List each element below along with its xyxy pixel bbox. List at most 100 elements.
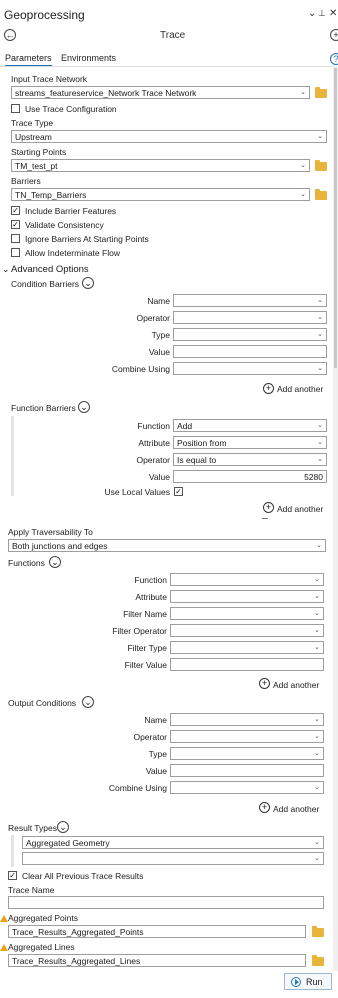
cb-add-another[interactable]: Add another — [277, 384, 323, 394]
fb-operator-label: Operator — [136, 455, 170, 465]
result-type-select[interactable]: Aggregated Geometry ⌄ — [22, 836, 324, 849]
validate-label: Validate Consistency — [25, 220, 104, 230]
oc-combine-select[interactable]: ⌄ — [170, 781, 324, 794]
cb-type-select[interactable]: ⌄ — [173, 328, 327, 341]
oc-operator-select[interactable]: ⌄ — [170, 730, 324, 743]
help-icon[interactable]: ? — [330, 53, 338, 65]
validate-checkbox[interactable]: ✓ — [11, 220, 20, 229]
oc-type-select[interactable]: ⌄ — [170, 747, 324, 760]
add-icon[interactable]: + — [259, 678, 270, 689]
chevron-down-icon: ⌄ — [300, 89, 306, 96]
output-conditions-label: Output Conditions — [8, 698, 77, 708]
tab-parameters[interactable]: Parameters — [5, 53, 52, 67]
chevron-down-icon: ⌄ — [314, 784, 320, 791]
section-indent-bar — [11, 416, 14, 496]
fb-local-label: Use Local Values — [104, 487, 170, 497]
barriers-field[interactable]: TN_Temp_Barriers ⌄ — [11, 188, 310, 201]
tab-environments[interactable]: Environments — [61, 53, 116, 63]
ignore-barriers-checkbox[interactable] — [11, 234, 20, 243]
folder-icon[interactable] — [315, 87, 327, 98]
add-icon[interactable]: + — [263, 502, 274, 513]
run-button[interactable]: Run — [284, 973, 332, 990]
fb-operator-value: Is equal to — [177, 455, 217, 465]
advanced-options-heading[interactable]: Advanced Options — [11, 264, 89, 275]
fn-filter-value-label: Filter Value — [124, 660, 167, 670]
aggregated-points-input[interactable]: Trace_Results_Aggregated_Points — [8, 925, 306, 938]
include-barrier-checkbox[interactable]: ✓ — [11, 206, 20, 215]
oc-name-select[interactable]: ⌄ — [170, 713, 324, 726]
chevron-down-icon[interactable]: ⌄ — [78, 401, 90, 413]
oc-operator-label: Operator — [133, 732, 167, 742]
cb-combine-select[interactable]: ⌄ — [173, 362, 327, 375]
back-icon[interactable]: ← — [4, 29, 16, 41]
pane-menu-icon[interactable]: ⌄ — [308, 8, 316, 19]
trace-name-input[interactable] — [8, 896, 324, 909]
cb-value-input[interactable] — [173, 345, 327, 358]
chevron-down-icon: ⌄ — [314, 839, 320, 846]
chevron-down-icon[interactable]: ⌄ — [82, 696, 94, 708]
chevron-down-icon: ⌄ — [300, 191, 306, 198]
chevron-down-icon: ⌄ — [317, 422, 323, 429]
input-trace-network-field[interactable]: streams_featureservice_Network Trace Net… — [11, 86, 310, 99]
add-tool-icon[interactable]: + — [330, 29, 338, 41]
aggregated-lines-input[interactable]: Trace_Results_Aggregated_Lines — [8, 954, 306, 967]
fb-local-checkbox[interactable]: ✓ — [174, 487, 183, 496]
oc-value-input[interactable] — [170, 764, 324, 777]
fn-filter-type-label: Filter Type — [127, 643, 167, 653]
fn-filter-name-select[interactable]: ⌄ — [170, 607, 324, 620]
fn-filter-value-input[interactable] — [170, 658, 324, 671]
starting-points-field[interactable]: TM_test_pt ⌄ — [11, 159, 310, 172]
fn-filter-operator-select[interactable]: ⌄ — [170, 624, 324, 637]
fn-filter-type-select[interactable]: ⌄ — [170, 641, 324, 654]
chevron-down-icon: ⌄ — [314, 610, 320, 617]
fb-function-select[interactable]: Add ⌄ — [173, 419, 327, 432]
fb-value-label: Value — [148, 472, 170, 482]
fb-attribute-select[interactable]: Position from ⌄ — [173, 436, 327, 449]
scrollbar-thumb[interactable] — [334, 68, 337, 368]
fn-function-select[interactable]: ⌄ — [170, 573, 324, 586]
collapse-icon[interactable]: ⌄ — [2, 264, 10, 275]
clear-previous-checkbox[interactable]: ✓ — [8, 871, 17, 880]
cb-operator-select[interactable]: ⌄ — [173, 311, 327, 324]
fb-operator-select[interactable]: Is equal to ⌄ — [173, 453, 327, 466]
functions-label: Functions — [8, 558, 45, 568]
trace-name-label: Trace Name — [8, 885, 55, 895]
chevron-down-icon: ⌄ — [314, 750, 320, 757]
oc-combine-label: Combine Using — [108, 783, 167, 793]
pin-icon[interactable]: ⊥ — [318, 8, 326, 19]
oc-add-another[interactable]: Add another — [273, 804, 319, 814]
aggregated-points-label: Aggregated Points — [8, 913, 78, 923]
allow-indeterminate-checkbox[interactable] — [11, 248, 20, 257]
chevron-down-icon[interactable]: ⌄ — [49, 556, 61, 568]
cb-name-label: Name — [147, 296, 170, 306]
pane-title: Geoprocessing — [4, 8, 85, 22]
fn-attribute-label: Attribute — [135, 592, 167, 602]
folder-icon[interactable] — [312, 926, 324, 937]
fb-attribute-label: Attribute — [138, 438, 170, 448]
fb-value-input[interactable]: 5280 — [173, 470, 327, 483]
chevron-down-icon: ⌄ — [317, 456, 323, 463]
allow-indeterminate-label: Allow Indeterminate Flow — [25, 248, 120, 258]
add-icon[interactable]: + — [259, 802, 270, 813]
cb-name-select[interactable]: ⌄ — [173, 294, 327, 307]
result-type-select-empty[interactable]: ⌄ — [22, 852, 324, 865]
fn-attribute-select[interactable]: ⌄ — [170, 590, 324, 603]
add-icon[interactable]: + — [263, 383, 274, 394]
section-indent-bar — [11, 835, 14, 867]
include-barrier-label: Include Barrier Features — [25, 206, 117, 216]
folder-icon[interactable] — [315, 189, 327, 200]
folder-icon[interactable] — [312, 955, 324, 966]
close-icon[interactable]: ✕ — [329, 8, 337, 19]
chevron-down-icon: ⌄ — [317, 297, 323, 304]
warning-icon — [0, 944, 8, 951]
fb-add-another[interactable]: Add another — [277, 504, 323, 514]
folder-icon[interactable] — [315, 160, 327, 171]
chevron-down-icon[interactable]: ⌄ — [57, 821, 69, 833]
traversability-select[interactable]: Both junctions and edges ⌄ — [8, 539, 326, 552]
trace-type-select[interactable]: Upstream ⌄ — [11, 130, 327, 143]
use-trace-config-checkbox[interactable] — [11, 104, 20, 113]
fn-add-another[interactable]: Add another — [273, 680, 319, 690]
input-trace-network-value: streams_featureservice_Network Trace Net… — [15, 88, 197, 98]
chevron-down-icon[interactable]: ⌄ — [82, 277, 94, 289]
chevron-down-icon: ⌄ — [317, 331, 323, 338]
